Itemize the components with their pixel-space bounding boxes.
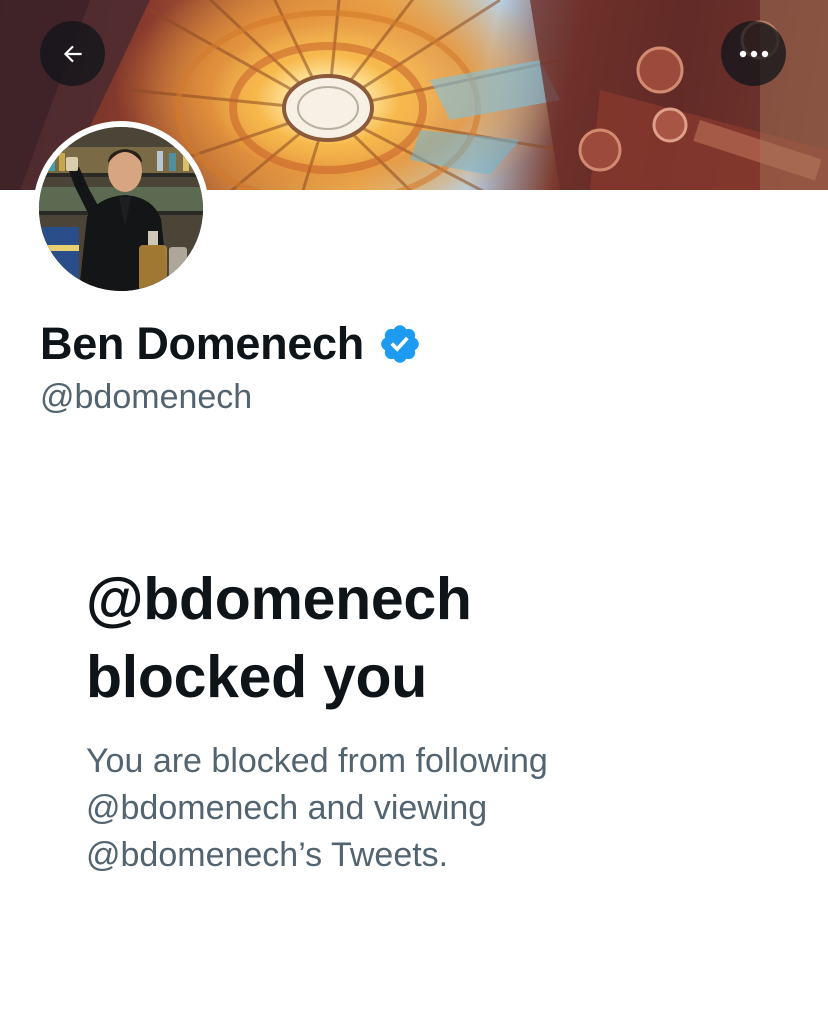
blocked-title-line: @bdomenech [86,566,472,632]
avatar-image [39,127,203,291]
blocked-description: You are blocked from following @bdomenec… [86,738,726,879]
blocked-title-line: blocked you [86,644,427,710]
verified-badge-icon [381,325,419,363]
blocked-description-line: @bdomenech’s Tweets. [86,836,449,874]
avatar[interactable] [33,121,209,297]
display-name: Ben Domenech [40,318,364,369]
blocked-description-line: @bdomenech and viewing [86,789,488,827]
blocked-title: @bdomenech blocked you [86,560,766,716]
arrow-left-icon [63,45,82,62]
profile-name-row: Ben Domenech [40,318,422,370]
back-button[interactable] [40,21,105,86]
more-horizontal-icon [739,50,768,57]
profile-handle: @bdomenech [40,378,253,416]
more-options-button[interactable] [721,21,786,86]
blocked-description-line: You are blocked from following [86,742,548,780]
